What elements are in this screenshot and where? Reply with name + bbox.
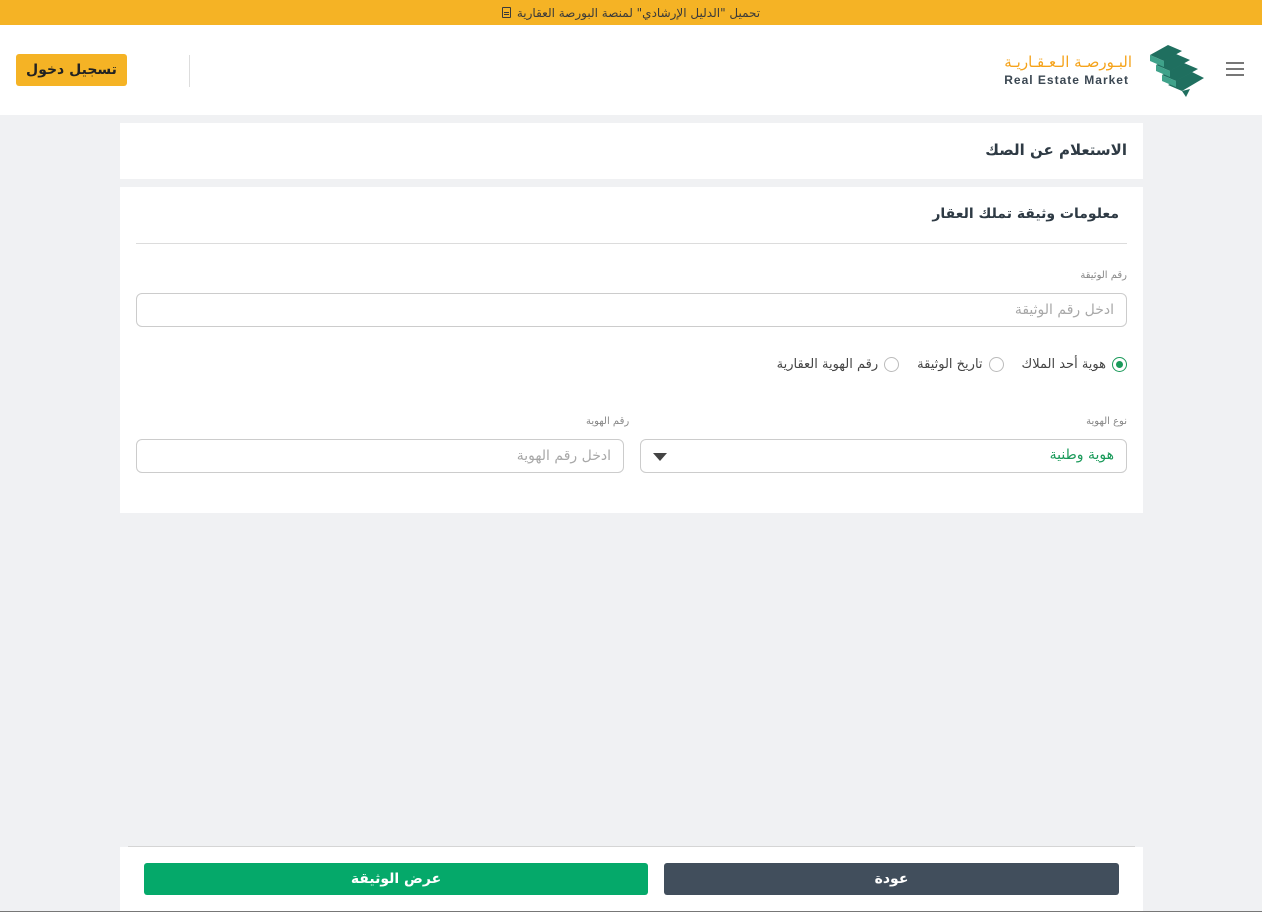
header-divider — [189, 55, 190, 87]
id-type-value: هوية وطنية — [1049, 447, 1114, 463]
login-button[interactable]: تسجيل دخول — [16, 54, 127, 86]
radio-doc-date[interactable]: تاريخ الوثيقة — [917, 357, 1004, 372]
id-type-select[interactable]: هوية وطنية — [640, 439, 1127, 473]
view-document-button[interactable]: عرض الوثيقة — [144, 863, 648, 895]
doc-number-input[interactable] — [136, 293, 1127, 327]
logo-mark-icon — [1150, 45, 1204, 97]
radio-unselected-icon[interactable] — [988, 357, 1004, 372]
id-type-label: نوع الهوية — [1086, 416, 1127, 427]
radio-real-estate-id[interactable]: رقم الهوية العقارية — [777, 357, 900, 372]
radio-unselected-icon[interactable] — [884, 357, 900, 372]
site-header: البـورصـة الـعـقـاريـة Real Estate Marke… — [0, 25, 1262, 115]
action-footer: عرض الوثيقة عودة — [120, 847, 1143, 912]
radio-real-estate-id-label: رقم الهوية العقارية — [776, 357, 879, 372]
radio-doc-date-label: تاريخ الوثيقة — [917, 357, 983, 372]
radio-owner-id-label: هوية أحد الملاك — [1021, 357, 1106, 372]
radio-selected-icon[interactable] — [1112, 357, 1127, 372]
pdf-file-icon — [501, 7, 511, 18]
site-logo[interactable]: البـورصـة الـعـقـاريـة Real Estate Marke… — [1004, 41, 1208, 99]
section-divider — [136, 243, 1127, 244]
id-number-label: رقم الهوية — [586, 416, 630, 427]
page-title: الاستعلام عن الصك — [985, 141, 1127, 159]
logo-arabic-text: البـورصـة الـعـقـاريـة — [1004, 53, 1132, 71]
deed-form-card: معلومات وثيقة تملك العقار رقم الوثيقة هو… — [120, 187, 1143, 513]
doc-number-label: رقم الوثيقة — [1080, 270, 1127, 281]
chevron-down-icon — [653, 453, 667, 461]
back-button[interactable]: عودة — [664, 863, 1119, 895]
guide-download-text[interactable]: تحميل "الدليل الإرشادي" لمنصة البورصة ال… — [517, 6, 760, 20]
hamburger-menu-icon[interactable] — [1226, 62, 1244, 76]
guide-download-banner[interactable]: تحميل "الدليل الإرشادي" لمنصة البورصة ال… — [0, 0, 1262, 25]
page-title-card: الاستعلام عن الصك — [120, 123, 1143, 179]
search-by-radio-group: هوية أحد الملاك تاريخ الوثيقة رقم الهوية… — [777, 357, 1127, 372]
section-title: معلومات وثيقة تملك العقار — [932, 206, 1119, 222]
radio-owner-id[interactable]: هوية أحد الملاك — [1022, 357, 1127, 372]
logo-english-text: Real Estate Market — [1004, 73, 1129, 87]
id-number-input[interactable] — [136, 439, 624, 473]
